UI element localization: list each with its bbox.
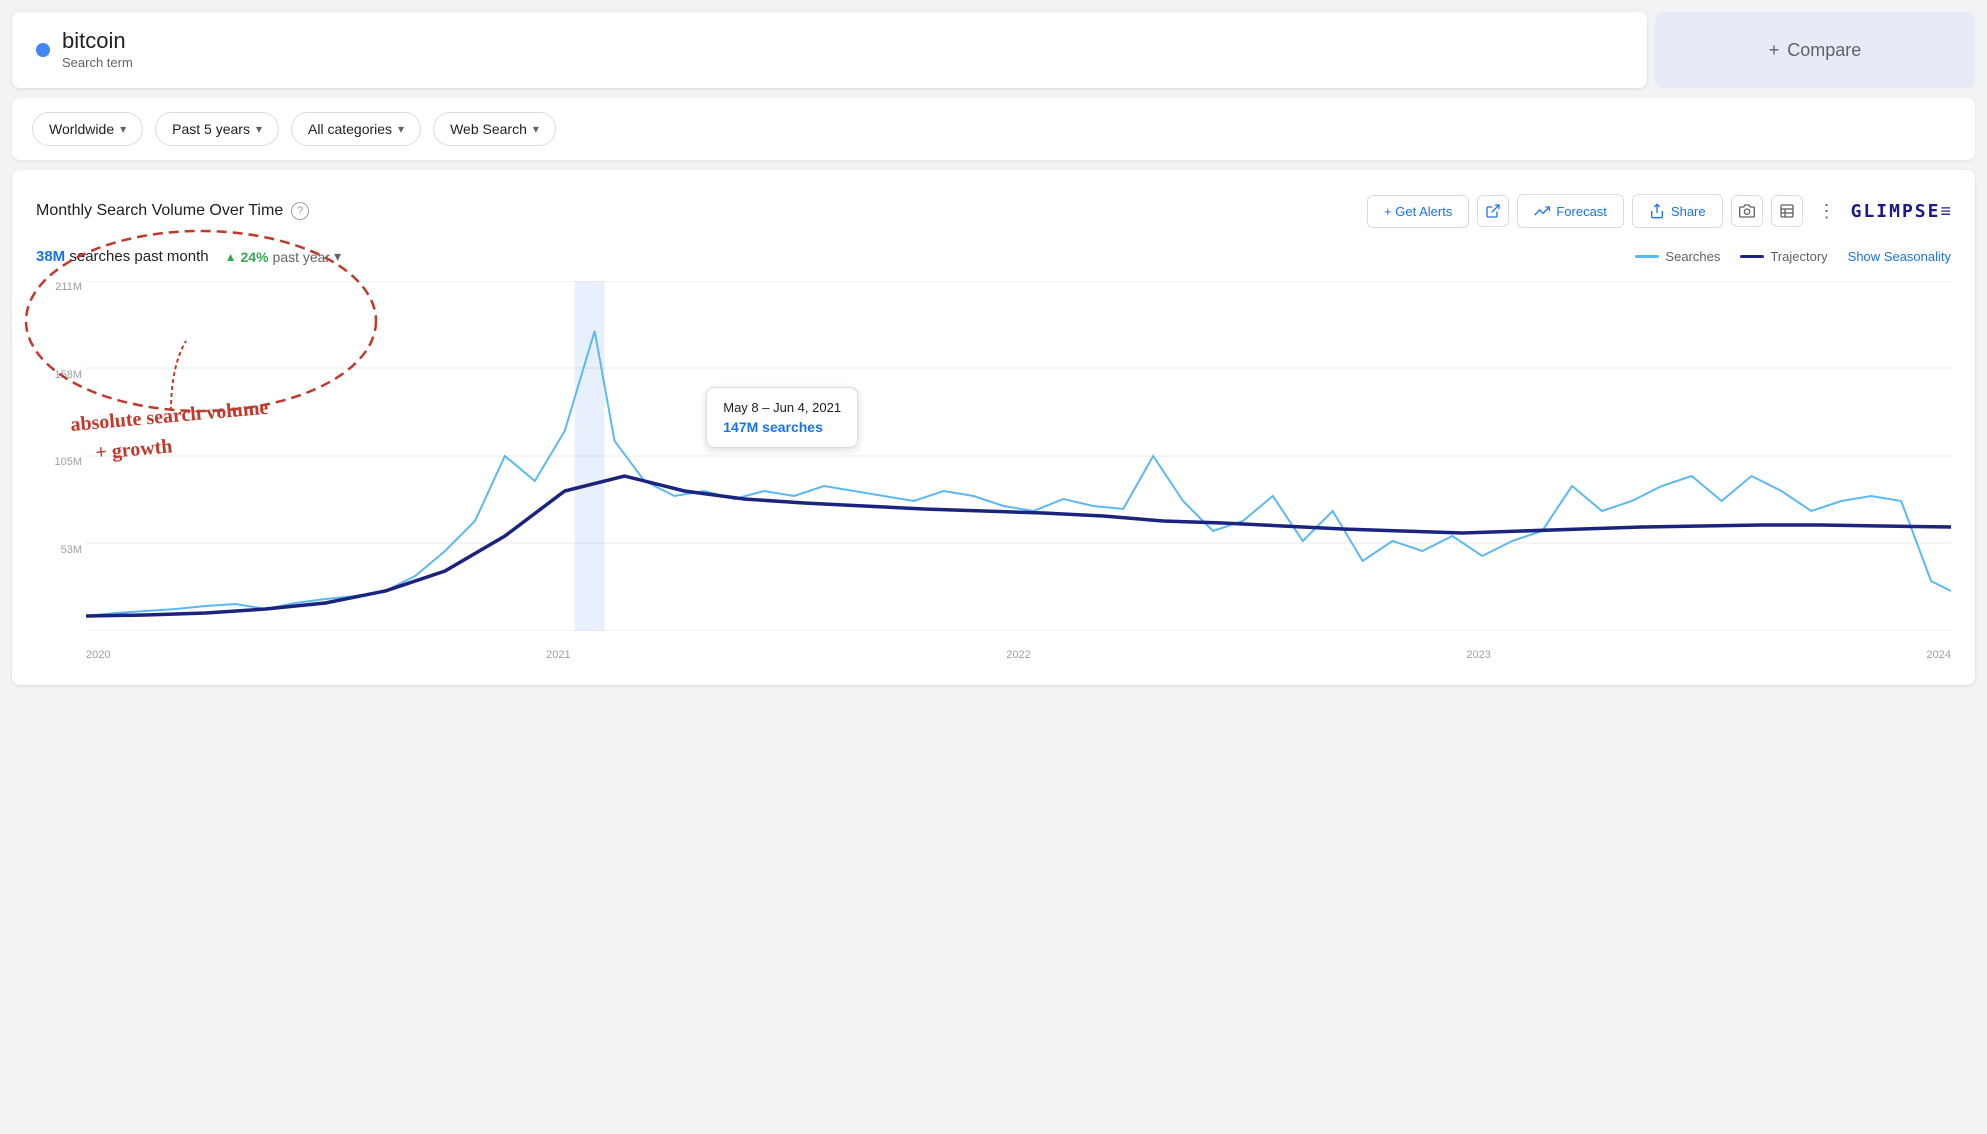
x-label-2022: 2022 <box>1006 649 1030 661</box>
chevron-down-icon: ▾ <box>120 122 126 136</box>
growth-up-icon: ▲ <box>225 250 237 264</box>
share-button[interactable]: Share <box>1632 194 1723 228</box>
external-link-button[interactable] <box>1477 195 1509 227</box>
chart-area: 211M 158M 105M 53M May 8 – Jun 4, 2021 1… <box>36 281 1951 661</box>
x-axis: 2020 2021 2022 2023 2024 <box>86 649 1951 661</box>
searches-line-icon <box>1635 255 1659 258</box>
filter-location[interactable]: Worldwide ▾ <box>32 112 143 146</box>
filter-search-type-label: Web Search <box>450 121 527 137</box>
glimpse-logo-e: ≡ <box>1940 201 1951 222</box>
chart-actions: + Get Alerts Forecast <box>1367 194 1951 228</box>
trend-icon <box>1534 203 1550 219</box>
compare-button[interactable]: + Compare <box>1655 12 1975 88</box>
filter-location-label: Worldwide <box>49 121 114 137</box>
get-alerts-button[interactable]: + Get Alerts <box>1367 195 1469 228</box>
external-link-icon <box>1485 203 1501 219</box>
monthly-searches: 38M searches past month <box>36 248 209 265</box>
get-alerts-label: + Get Alerts <box>1384 204 1452 219</box>
monthly-label: searches past month <box>69 248 208 265</box>
compare-label: Compare <box>1787 40 1861 61</box>
search-term-text: bitcoin Search term <box>62 28 133 72</box>
table-button[interactable] <box>1771 195 1803 227</box>
search-term-box: bitcoin Search term <box>12 12 1647 88</box>
search-term-type: Search term <box>62 55 133 70</box>
chevron-down-icon: ▾ <box>256 122 262 136</box>
filter-search-type[interactable]: Web Search ▾ <box>433 112 556 146</box>
filter-category-label: All categories <box>308 121 392 137</box>
y-label-53m: 53M <box>36 544 86 556</box>
chart-legend: Searches Trajectory Show Seasonality <box>1635 249 1951 264</box>
camera-button[interactable] <box>1731 195 1763 227</box>
growth-period: past year <box>273 249 331 265</box>
search-term-name: bitcoin <box>62 28 133 54</box>
help-icon[interactable]: ? <box>291 202 309 220</box>
share-icon <box>1649 203 1665 219</box>
forecast-button[interactable]: Forecast <box>1517 194 1624 228</box>
x-label-2021: 2021 <box>546 649 570 661</box>
chart-title: Monthly Search Volume Over Time <box>36 202 283 220</box>
more-dots-icon: ⋮ <box>1818 201 1836 222</box>
filter-time-range[interactable]: Past 5 years ▾ <box>155 112 279 146</box>
filter-bar: Worldwide ▾ Past 5 years ▾ All categorie… <box>12 98 1975 160</box>
more-options-button[interactable]: ⋮ <box>1811 195 1843 227</box>
table-icon <box>1779 203 1795 219</box>
searches-label: Searches <box>1665 249 1720 264</box>
glimpse-logo: GLIMPSE <box>1851 201 1941 222</box>
x-label-2024: 2024 <box>1927 649 1951 661</box>
filter-time-range-label: Past 5 years <box>172 121 250 137</box>
stats-row: 38M searches past month ▲ 24% past year … <box>36 248 1951 265</box>
chart-section: Monthly Search Volume Over Time ? + Get … <box>12 170 1975 685</box>
share-label: Share <box>1671 204 1706 219</box>
y-label-211m: 211M <box>36 281 86 293</box>
x-label-2023: 2023 <box>1466 649 1490 661</box>
compare-plus: + <box>1769 40 1780 61</box>
legend-trajectory: Trajectory <box>1740 249 1827 264</box>
trajectory-label: Trajectory <box>1770 249 1827 264</box>
legend-searches: Searches <box>1635 249 1720 264</box>
x-label-2020: 2020 <box>86 649 110 661</box>
blue-dot <box>36 43 50 57</box>
chevron-down-icon: ▾ <box>533 122 539 136</box>
y-axis: 211M 158M 105M 53M <box>36 281 86 661</box>
chart-header: Monthly Search Volume Over Time ? + Get … <box>36 194 1951 228</box>
chart-svg <box>86 281 1951 631</box>
growth-badge[interactable]: ▲ 24% past year ▾ <box>225 248 342 265</box>
y-label-105m: 105M <box>36 456 86 468</box>
stats-left: 38M searches past month ▲ 24% past year … <box>36 248 341 265</box>
chart-title-area: Monthly Search Volume Over Time ? <box>36 202 309 220</box>
growth-pct: 24% <box>241 249 269 265</box>
chevron-down-icon: ▾ <box>398 122 404 136</box>
show-seasonality-button[interactable]: Show Seasonality <box>1848 249 1951 264</box>
filter-category[interactable]: All categories ▾ <box>291 112 421 146</box>
y-label-158m: 158M <box>36 369 86 381</box>
trajectory-line-icon <box>1740 255 1764 258</box>
forecast-label: Forecast <box>1556 204 1607 219</box>
question-mark: ? <box>297 205 303 217</box>
camera-icon <box>1739 203 1755 219</box>
top-section: bitcoin Search term + Compare <box>12 12 1975 88</box>
chevron-down-icon: ▾ <box>334 248 341 265</box>
monthly-volume: 38M <box>36 248 65 265</box>
